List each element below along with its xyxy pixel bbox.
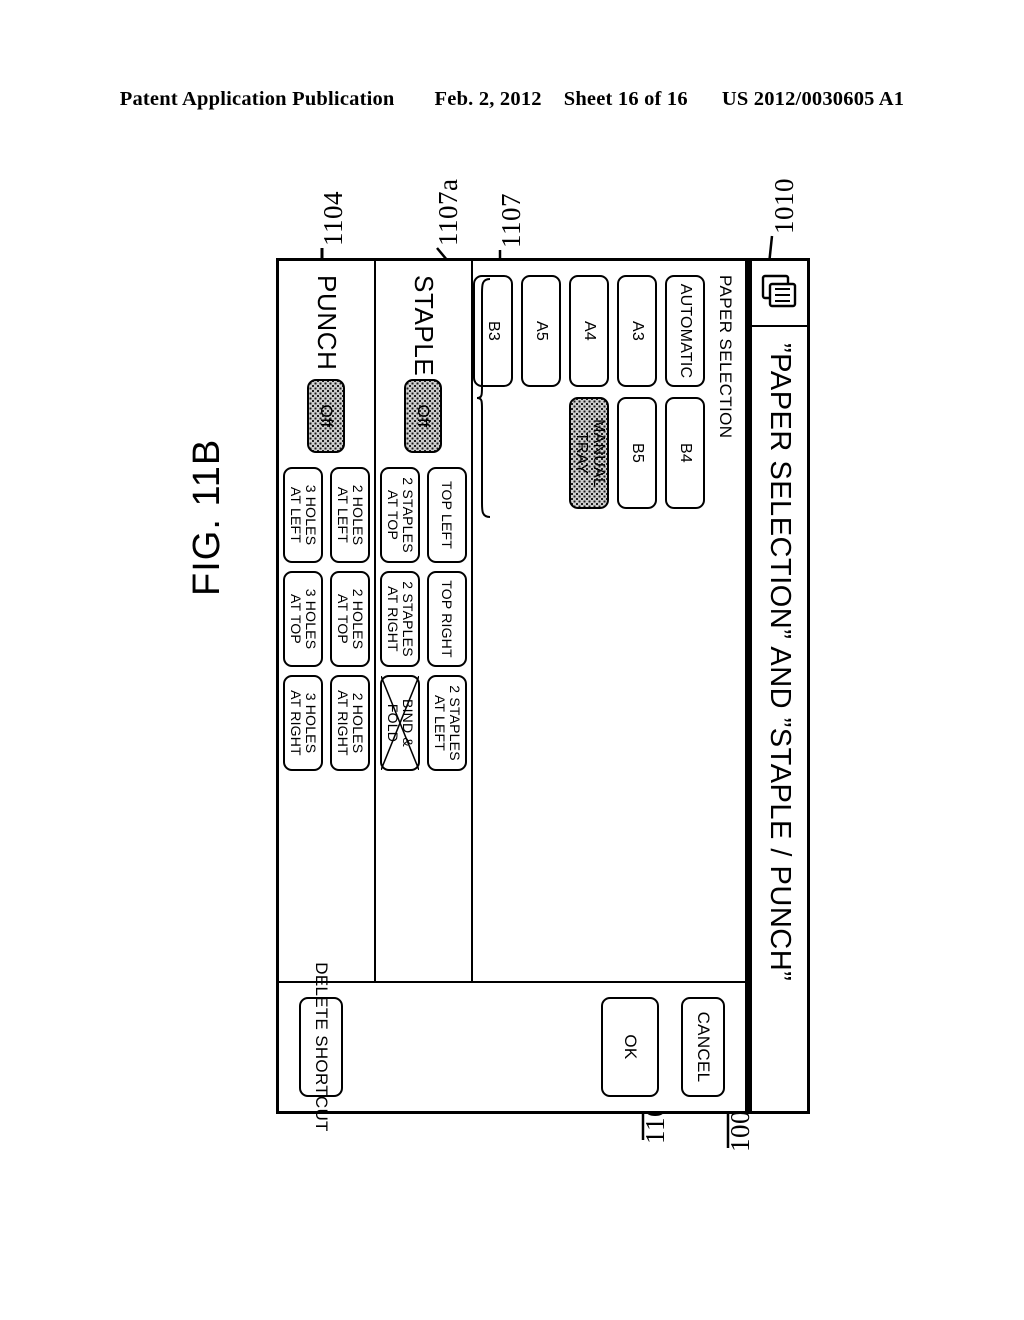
punch-options-grid: 2 HOLES AT LEFT 2 HOLES AT TOP 2 HOLES A… bbox=[283, 467, 370, 771]
paper-column-left: AUTOMATIC A3 A4 A5 B3 bbox=[473, 275, 705, 387]
header-date: Feb. 2, 2012 bbox=[434, 88, 542, 110]
punch-section: PUNCH Off 2 HOLES AT LEFT 2 HOLES AT TOP… bbox=[279, 261, 374, 981]
documents-icon-glyph bbox=[762, 274, 797, 308]
punch-button-3-holes-at-right[interactable]: 3 HOLES AT RIGHT bbox=[283, 675, 323, 771]
paper-button-b5[interactable]: B5 bbox=[617, 397, 657, 509]
paper-staple-punch-dialog: ”PAPER SELECTION” AND ”STAPLE / PUNCH” P… bbox=[276, 258, 810, 1132]
staple-options-grid: TOP LEFT TOP RIGHT 2 STAPLES AT LEFT 2 S… bbox=[380, 467, 467, 771]
paper-button-manual-tray[interactable]: MANUAL TRAY bbox=[569, 397, 609, 509]
punch-button-3-holes-at-top[interactable]: 3 HOLES AT TOP bbox=[283, 571, 323, 667]
page-header: Patent Application Publication Feb. 2, 20… bbox=[0, 88, 1024, 111]
punch-button-3-holes-at-left[interactable]: 3 HOLES AT LEFT bbox=[283, 467, 323, 563]
dialog-title: ”PAPER SELECTION” AND ”STAPLE / PUNCH” bbox=[764, 343, 796, 982]
cancel-button[interactable]: CANCEL bbox=[681, 997, 725, 1097]
paper-column-right: B4 B5 MANUAL TRAY bbox=[473, 397, 705, 509]
delete-shortcut-button[interactable]: DELETE SHORTCUT bbox=[299, 962, 343, 1132]
staple-button-2-staples-at-top[interactable]: 2 STAPLES AT TOP bbox=[380, 467, 420, 563]
punch-button-2-holes-at-top[interactable]: 2 HOLES AT TOP bbox=[330, 571, 370, 667]
paper-button-b4[interactable]: B4 bbox=[665, 397, 705, 509]
punch-heading: PUNCH bbox=[312, 275, 342, 371]
dialog-body: PAPER SELECTION AUTOMATIC A3 A4 A5 B3 B4… bbox=[279, 261, 745, 1132]
staple-off-button[interactable]: Off bbox=[404, 379, 443, 453]
paper-button-a4[interactable]: A4 bbox=[569, 275, 609, 387]
staple-button-2-staples-at-right[interactable]: 2 STAPLES AT RIGHT bbox=[380, 571, 420, 667]
staple-section: STAPLE Off TOP LEFT TOP RIGHT 2 STAPLES … bbox=[374, 261, 471, 981]
content-column: PAPER SELECTION AUTOMATIC A3 A4 A5 B3 B4… bbox=[279, 261, 745, 983]
ref-numeral-1107a: 1107a bbox=[433, 178, 463, 246]
staple-heading: STAPLE bbox=[409, 275, 439, 377]
paper-selection-grid: AUTOMATIC A3 A4 A5 B3 B4 B5 MANUAL TRAY bbox=[473, 275, 705, 981]
header-patent-number: US 2012/0030605 A1 bbox=[721, 88, 905, 110]
finishing-panel: STAPLE Off TOP LEFT TOP RIGHT 2 STAPLES … bbox=[279, 261, 471, 981]
paper-button-a5[interactable]: A5 bbox=[521, 275, 561, 387]
paper-button-a3[interactable]: A3 bbox=[617, 275, 657, 387]
figure-label: FIG. 11B bbox=[186, 438, 228, 596]
staple-button-2-staples-at-left[interactable]: 2 STAPLES AT LEFT bbox=[427, 675, 467, 771]
paper-selection-heading: PAPER SELECTION bbox=[716, 275, 735, 439]
header-publication: Patent Application Publication bbox=[119, 88, 395, 110]
ok-button[interactable]: OK bbox=[601, 997, 659, 1097]
dialog-titlebar: ”PAPER SELECTION” AND ”STAPLE / PUNCH” bbox=[745, 261, 807, 1111]
action-button-rail: CANCEL OK DELETE SHORTCUT bbox=[279, 962, 745, 1132]
header-sheet: Sheet 16 of 16 bbox=[563, 88, 688, 110]
staple-button-top-right[interactable]: TOP RIGHT bbox=[427, 571, 467, 667]
ref-numeral-1010: 1010 bbox=[769, 178, 799, 234]
punch-button-2-holes-at-left[interactable]: 2 HOLES AT LEFT bbox=[330, 467, 370, 563]
staple-button-bind-and-fold-label: BIND & FOLD bbox=[385, 699, 416, 747]
punch-off-button[interactable]: Off bbox=[307, 379, 346, 453]
paper-selection-panel: PAPER SELECTION AUTOMATIC A3 A4 A5 B3 B4… bbox=[471, 261, 745, 981]
paper-button-automatic[interactable]: AUTOMATIC bbox=[665, 275, 705, 387]
ref-numeral-1107: 1107 bbox=[496, 193, 526, 248]
staple-button-top-left[interactable]: TOP LEFT bbox=[427, 467, 467, 563]
paper-group-brace bbox=[476, 278, 491, 518]
ref-numeral-1104: 1104 bbox=[318, 191, 348, 246]
punch-button-2-holes-at-right[interactable]: 2 HOLES AT RIGHT bbox=[330, 675, 370, 771]
documents-icon bbox=[752, 261, 807, 327]
figure-stage: ”PAPER SELECTION” AND ”STAPLE / PUNCH” P… bbox=[268, 258, 810, 1132]
staple-button-bind-and-fold[interactable]: BIND & FOLD bbox=[380, 675, 420, 771]
